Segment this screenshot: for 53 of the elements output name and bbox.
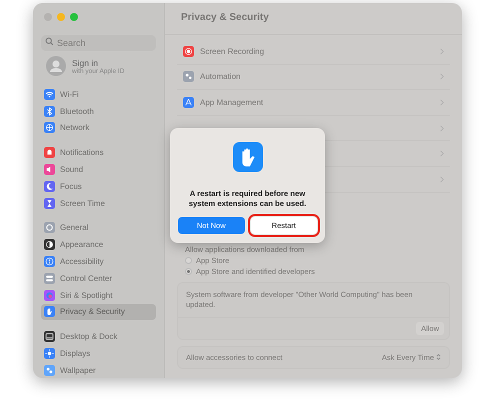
- bell-icon: [44, 147, 55, 158]
- sidebar-item[interactable]: Accessibility: [41, 253, 156, 270]
- search-icon: [45, 36, 54, 46]
- sidebar-item[interactable]: Privacy & Security: [41, 304, 156, 320]
- chevron-icon: [440, 150, 444, 158]
- speaker-icon: [44, 164, 55, 176]
- moon-icon: [44, 180, 55, 192]
- stepper-icon: [436, 353, 441, 362]
- sidebar-item[interactable]: Appearance: [41, 236, 156, 254]
- gear-icon: [44, 222, 55, 234]
- sidebar-item[interactable]: Desktop & Dock: [41, 328, 156, 346]
- sun-icon: [44, 348, 55, 360]
- chevron-icon: [440, 124, 444, 132]
- radio-button[interactable]: [185, 268, 192, 275]
- bluetooth-icon: [44, 106, 55, 117]
- app-store-icon: [183, 96, 194, 108]
- zoom-button[interactable]: [70, 13, 78, 21]
- sidebar-item[interactable]: Siri & Spotlight: [41, 286, 156, 304]
- window-title: Privacy & Security: [165, 3, 462, 35]
- avatar-icon: [46, 56, 66, 76]
- search-field[interactable]: Search: [41, 35, 156, 51]
- sign-in-link[interactable]: Sign in: [72, 58, 124, 68]
- sidebar-item[interactable]: Network: [41, 120, 156, 136]
- hourglass-icon: [44, 198, 55, 209]
- sidebar-item[interactable]: Focus: [41, 178, 156, 195]
- settings-row[interactable]: Screen Recording: [177, 39, 450, 65]
- settings-row[interactable]: App Management: [177, 90, 450, 116]
- dock-icon: [44, 331, 55, 342]
- sidebar-item[interactable]: Control Center: [41, 270, 156, 287]
- chevron-icon: [440, 176, 444, 183]
- sidebar-item[interactable]: Notifications: [41, 144, 156, 162]
- globe-icon: [44, 122, 55, 134]
- wifi-icon: [44, 88, 55, 100]
- sidebar-item[interactable]: Screen Time: [41, 194, 156, 212]
- hand-icon: [44, 306, 55, 318]
- record-icon: [183, 46, 194, 57]
- sidebar-item[interactable]: Displays: [41, 345, 156, 362]
- accessibility-icon: [44, 256, 55, 268]
- chevron-icon: [440, 73, 444, 80]
- sidebar-item[interactable]: Sound: [41, 161, 156, 178]
- toggles-icon: [44, 272, 55, 284]
- chevron-icon: [440, 98, 444, 106]
- chevron-icon: [440, 48, 444, 55]
- sidebar-item[interactable]: Wi-Fi: [41, 86, 156, 103]
- radio-button[interactable]: [185, 256, 192, 264]
- settings-row[interactable]: Automation: [177, 64, 450, 90]
- hand-icon: [232, 142, 262, 172]
- sidebar-item[interactable]: General: [41, 220, 156, 236]
- minimize-button[interactable]: [57, 13, 65, 21]
- sidebar-item[interactable]: Wallpaper: [41, 362, 156, 378]
- orb-icon: [44, 290, 55, 301]
- sidebar-item[interactable]: Bluetooth: [41, 102, 156, 120]
- half-circle-icon: [44, 239, 55, 250]
